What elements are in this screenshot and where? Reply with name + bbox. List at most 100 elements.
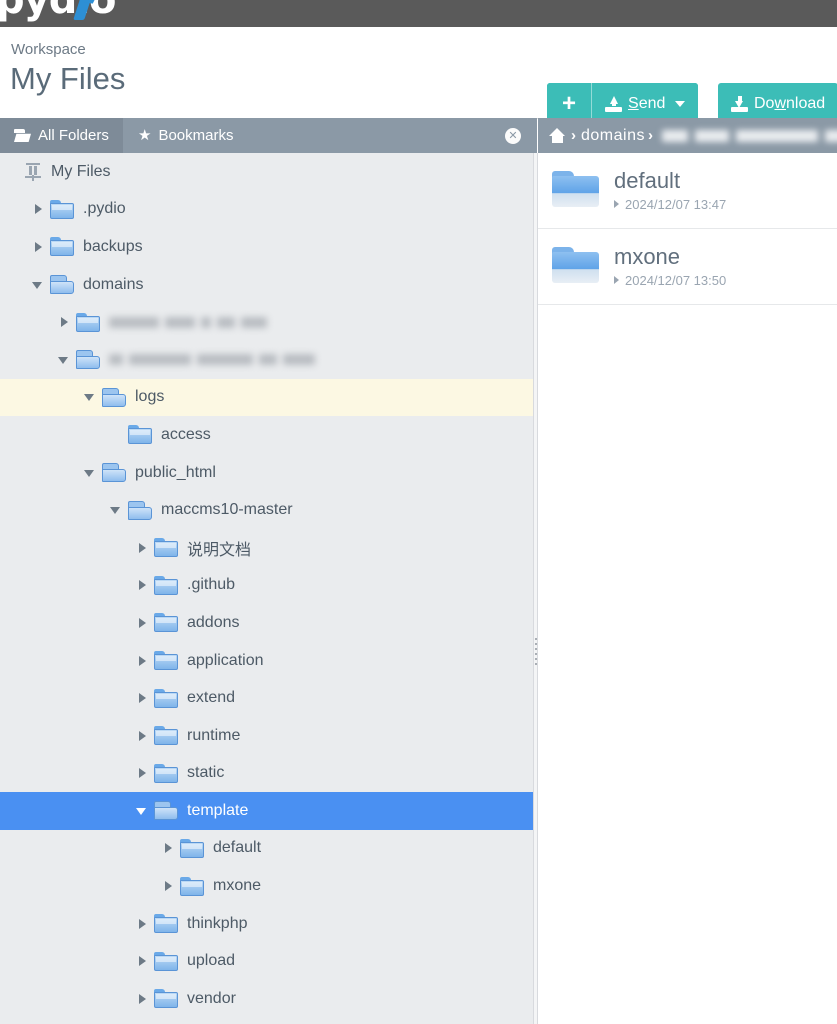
pydio-logo[interactable]: pydio <box>0 0 124 26</box>
chevron-down-icon[interactable] <box>136 805 148 817</box>
chevron-right-icon <box>614 200 619 208</box>
chevron-down-icon[interactable] <box>58 354 70 366</box>
chevron-right-icon[interactable] <box>136 918 148 930</box>
tree-item-label: .github <box>187 576 235 594</box>
close-icon[interactable]: ✕ <box>505 128 521 144</box>
tree-item-label: maccms10-master <box>161 501 293 519</box>
logo-text: pydio <box>0 0 124 26</box>
tree-item[interactable]: .pydio <box>0 191 537 229</box>
chevron-down-icon[interactable] <box>32 279 44 291</box>
tree-item[interactable]: vendor <box>0 980 537 1018</box>
tree-item[interactable]: runtime <box>0 717 537 755</box>
file-date: 2024/12/07 13:50 <box>625 273 726 288</box>
tree-item[interactable]: logs <box>0 379 537 417</box>
tab-all-folders-label: All Folders <box>38 127 109 144</box>
folder-closed-icon <box>128 425 152 444</box>
chevron-down-icon[interactable] <box>84 391 96 403</box>
folder-icon <box>550 171 602 211</box>
tree-item[interactable]: public_html <box>0 454 537 492</box>
tree-item[interactable]: maccms10-master <box>0 491 537 529</box>
folder-tree[interactable]: My Files .pydio backups domains logs access pu… <box>0 153 537 1024</box>
chevron-right-icon[interactable] <box>162 842 174 854</box>
tree-item[interactable] <box>0 341 537 379</box>
redacted-block <box>695 130 729 142</box>
pydio-file-manager: pydio Workspace My Files + Send Download <box>0 0 837 1024</box>
chevron-right-icon[interactable] <box>136 617 148 629</box>
breadcrumb-segment-domains[interactable]: domains <box>581 127 645 145</box>
folder-closed-icon <box>180 877 204 896</box>
chevron-right-icon[interactable] <box>136 767 148 779</box>
home-icon[interactable] <box>549 128 566 143</box>
tab-bookmarks-label: Bookmarks <box>158 127 233 144</box>
file-list-row[interactable]: default2024/12/07 13:47 <box>538 153 837 229</box>
file-meta: mxone 2024/12/07 13:50 <box>614 245 726 287</box>
chevron-down-icon[interactable] <box>84 467 96 479</box>
tab-bookmarks[interactable]: ★ Bookmarks <box>124 118 247 153</box>
bank-icon <box>24 163 42 181</box>
tree-item-label: template <box>187 802 248 820</box>
chevron-right-icon[interactable] <box>136 542 148 554</box>
chevron-right-icon[interactable] <box>136 955 148 967</box>
folder-closed-icon <box>154 989 178 1008</box>
breadcrumb-segment-redacted[interactable] <box>662 130 837 142</box>
tab-all-folders[interactable]: All Folders <box>0 118 123 153</box>
tree-item-label-redacted <box>109 315 267 329</box>
chevron-right-icon[interactable] <box>32 241 44 253</box>
folder-closed-icon <box>154 613 178 632</box>
folder-open-icon <box>102 463 126 482</box>
chevron-right-icon[interactable] <box>58 316 70 328</box>
chevron-right-icon[interactable] <box>136 655 148 667</box>
tree-item[interactable]: access <box>0 416 537 454</box>
tree-item[interactable]: default <box>0 830 537 868</box>
file-name: default <box>614 169 726 193</box>
tree-item-label: .pydio <box>83 200 126 218</box>
tree-item[interactable]: static <box>0 755 537 793</box>
tree-item[interactable]: template <box>0 792 537 830</box>
page-title: My Files <box>10 61 125 97</box>
breadcrumb: › domains › <box>538 118 837 153</box>
tree-item-label: runtime <box>187 727 240 745</box>
tree-item-label-redacted <box>109 353 315 367</box>
tree-item[interactable]: upload <box>0 942 537 980</box>
chevron-right-icon[interactable] <box>136 692 148 704</box>
tree-item[interactable]: mxone <box>0 867 537 905</box>
tree-item[interactable]: addons <box>0 604 537 642</box>
tree-item[interactable]: extend <box>0 679 537 717</box>
chevron-right-icon[interactable] <box>32 203 44 215</box>
tree-item-label: domains <box>83 276 143 294</box>
file-list-row[interactable]: mxone 2024/12/07 13:50 <box>538 229 837 305</box>
tree-item[interactable]: My Files <box>0 153 537 191</box>
tree-item[interactable] <box>0 303 537 341</box>
chevron-right-icon <box>614 276 619 284</box>
folder-closed-icon <box>154 914 178 933</box>
chevron-right-icon[interactable] <box>162 880 174 892</box>
file-name: mxone <box>614 245 726 269</box>
tree-item-label: extend <box>187 689 235 707</box>
chevron-down-icon[interactable] <box>110 504 122 516</box>
tree-item-label: public_html <box>135 464 216 482</box>
tree-item[interactable]: domains <box>0 266 537 304</box>
tree-item[interactable]: application <box>0 642 537 680</box>
tree-item-label: backups <box>83 238 143 256</box>
tree-item-label: application <box>187 652 264 670</box>
tree-item[interactable]: backups <box>0 228 537 266</box>
tree-item-label: 说明文档 <box>187 536 251 560</box>
breadcrumb-separator-2: › <box>648 127 653 144</box>
folder-open-icon <box>154 801 178 820</box>
chevron-right-icon[interactable] <box>136 730 148 742</box>
chevron-right-icon[interactable] <box>136 993 148 1005</box>
tree-item[interactable]: thinkphp <box>0 905 537 943</box>
folder-closed-icon <box>50 237 74 256</box>
tree-item-label: access <box>161 426 211 444</box>
tree-item-label: vendor <box>187 990 236 1008</box>
chevron-right-icon[interactable] <box>136 579 148 591</box>
chevron-down-icon <box>675 101 685 107</box>
redacted-block <box>825 130 837 142</box>
download-icon <box>731 96 748 112</box>
folder-closed-icon <box>154 764 178 783</box>
file-list[interactable]: default2024/12/07 13:47 mxone 2024/12/07 1… <box>538 153 837 1024</box>
tree-item[interactable]: .github <box>0 567 537 605</box>
top-bar: pydio <box>0 0 837 27</box>
tab-bar: All Folders ★ Bookmarks ✕ <box>0 118 537 153</box>
tree-item[interactable]: 说明文档 <box>0 529 537 567</box>
